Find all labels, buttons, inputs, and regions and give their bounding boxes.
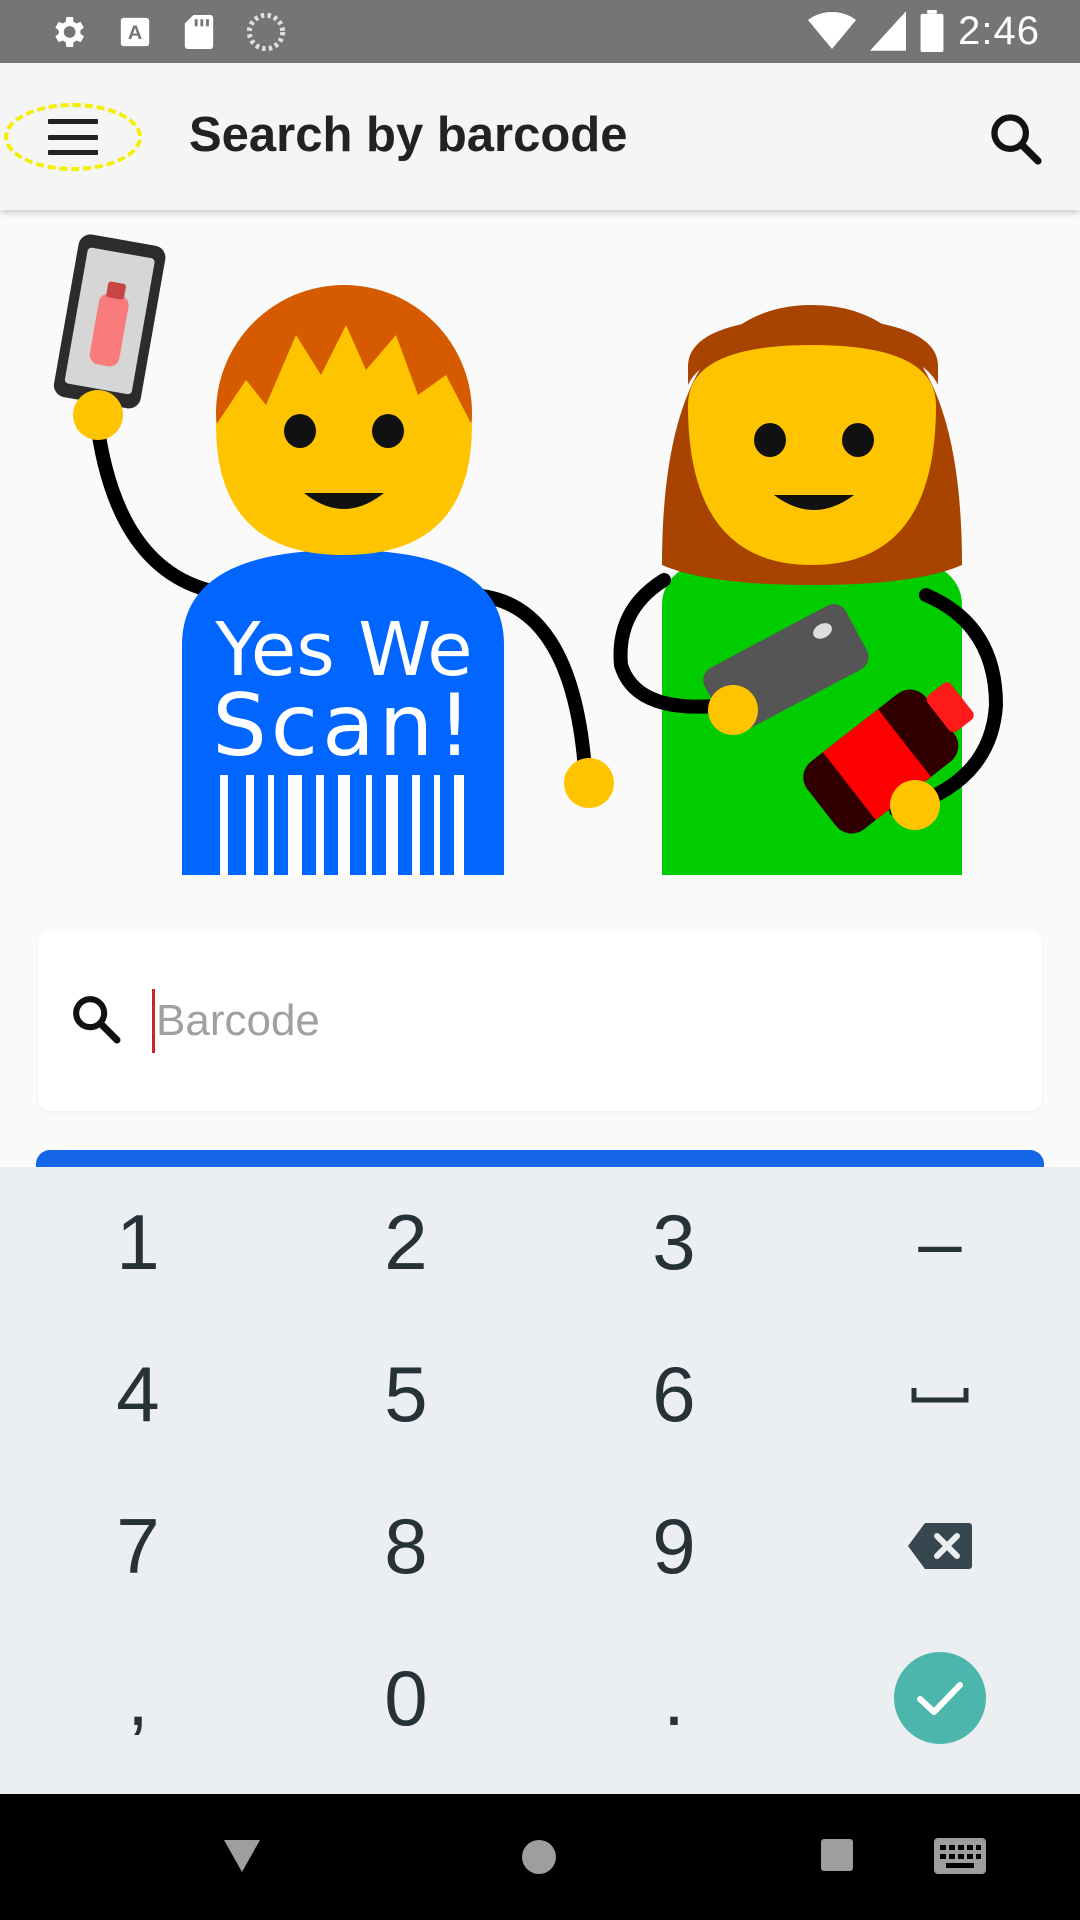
key-5[interactable]: 5 — [272, 1319, 540, 1469]
search-icon[interactable] — [986, 109, 1044, 167]
battery-icon — [920, 10, 944, 52]
status-time: 2:46 — [958, 8, 1040, 53]
keyboard-icon[interactable] — [934, 1838, 986, 1874]
status-bar: A 2:46 — [0, 0, 1080, 63]
svg-text:A: A — [128, 22, 142, 44]
app-bar: Search by barcode — [0, 63, 1080, 210]
barcode-input[interactable] — [156, 981, 996, 1061]
key-6[interactable]: 6 — [540, 1319, 808, 1469]
enter-button — [894, 1652, 986, 1744]
space-icon — [911, 1388, 969, 1403]
key-enter[interactable] — [806, 1623, 1074, 1773]
phone-raised — [53, 234, 166, 409]
key-1[interactable]: 1 — [4, 1167, 272, 1317]
key-9[interactable]: 9 — [540, 1471, 808, 1621]
key-8[interactable]: 8 — [272, 1471, 540, 1621]
key-2[interactable]: 2 — [272, 1167, 540, 1317]
barcode-search-card — [38, 931, 1042, 1111]
back-icon[interactable] — [222, 1838, 262, 1874]
checkmark-icon — [917, 1682, 963, 1715]
key-3[interactable]: 3 — [540, 1167, 808, 1317]
key-space[interactable] — [806, 1319, 1074, 1469]
sync-icon — [246, 12, 286, 52]
key-dot[interactable]: . — [540, 1623, 808, 1773]
key-7[interactable]: 7 — [4, 1471, 272, 1621]
signal-icon — [870, 11, 907, 51]
key-comma[interactable]: , — [4, 1623, 272, 1773]
navigation-menu-button[interactable] — [4, 103, 142, 171]
backspace-icon — [908, 1523, 972, 1569]
key-dash[interactable]: – — [806, 1167, 1074, 1317]
key-backspace[interactable] — [806, 1471, 1074, 1621]
shirt-text-line2: Scan! — [212, 676, 476, 776]
numeric-keyboard: 1 2 3 – 4 5 6 7 8 9 , 0 . — [0, 1167, 1080, 1794]
text-a-icon: A — [120, 17, 150, 47]
system-navigation-bar — [0, 1794, 1080, 1920]
recents-icon[interactable] — [820, 1838, 854, 1872]
key-4[interactable]: 4 — [4, 1319, 272, 1469]
search-icon — [73, 996, 121, 1044]
text-cursor — [152, 989, 155, 1053]
hamburger-menu-icon — [48, 119, 98, 155]
sd-card-icon — [184, 15, 214, 49]
yes-we-scan-illustration: Yes We Scan! — [53, 234, 1004, 875]
key-0[interactable]: 0 — [272, 1623, 540, 1773]
home-icon[interactable] — [520, 1838, 558, 1876]
wifi-icon — [808, 12, 857, 49]
page-title: Search by barcode — [189, 108, 628, 162]
settings-icon — [55, 17, 84, 47]
